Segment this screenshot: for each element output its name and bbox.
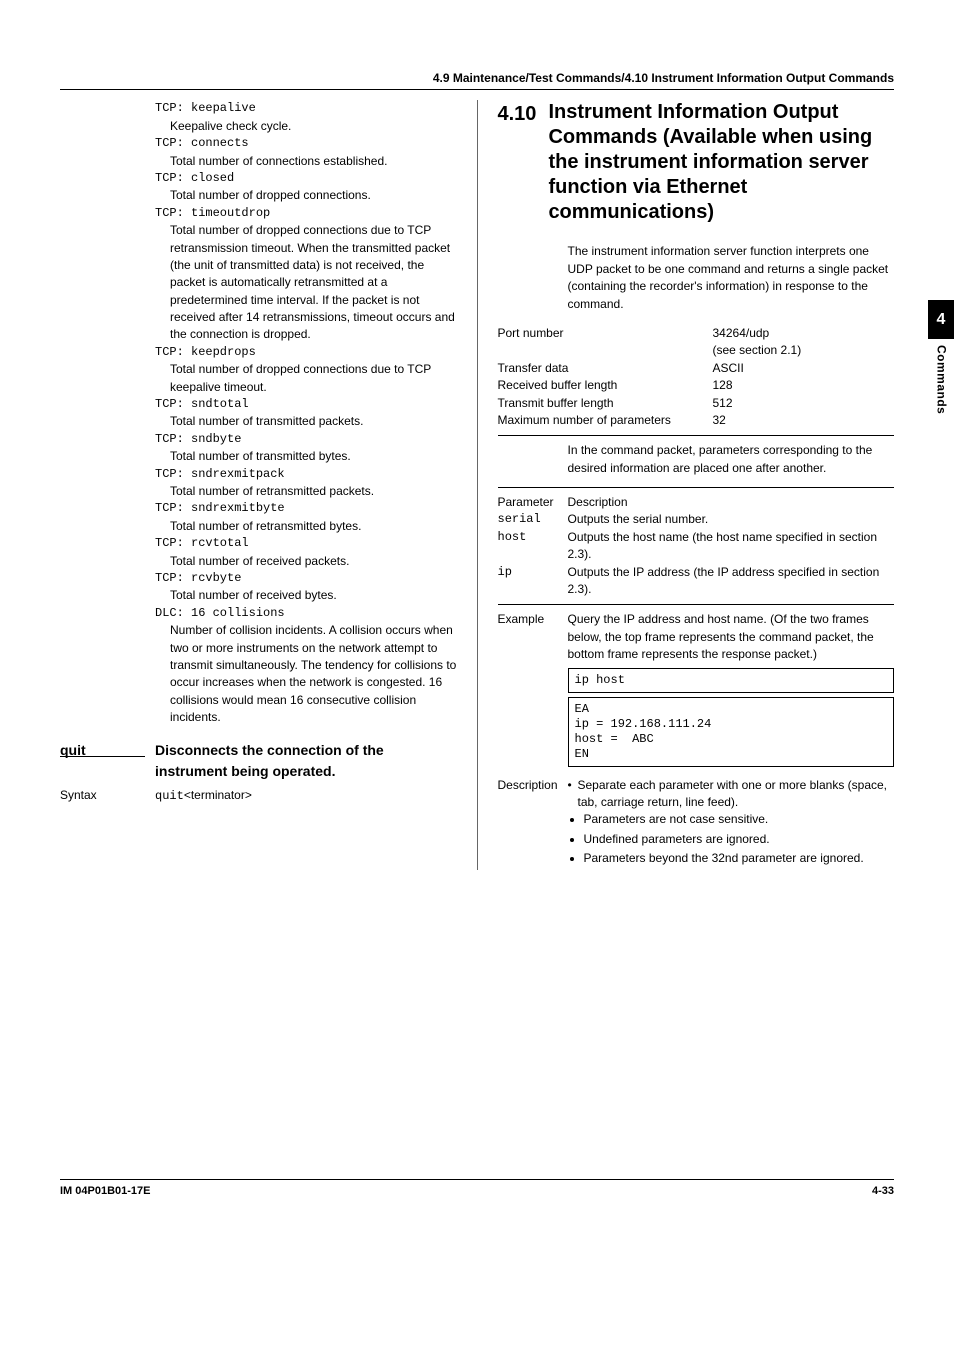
example-label: Example (498, 611, 568, 663)
table-row: Transfer data ASCII (498, 360, 895, 377)
page-footer: IM 04P01B01-17E 4-33 (60, 1179, 894, 1200)
section-title: 4.10 Instrument Information Output Comma… (498, 100, 895, 225)
param-row: host Outputs the host name (the host nam… (498, 529, 895, 564)
command-desc: Disconnects the connection of the instru… (155, 740, 457, 781)
term-desc: Number of collision incidents. A collisi… (170, 622, 457, 726)
table-key: Transfer data (498, 360, 713, 377)
section-number: 4.10 (498, 100, 537, 129)
param-value: Outputs the host name (the host name spe… (568, 529, 895, 564)
param-header: Parameter Description (498, 494, 895, 511)
table-key: Transmit buffer length (498, 395, 713, 412)
table-row: Transmit buffer length 512 (498, 395, 895, 412)
bullet-item: Parameters beyond the 32nd parameter are… (584, 850, 895, 867)
bullet-item: Undefined parameters are ignored. (584, 831, 895, 848)
table-value: 512 (713, 395, 733, 412)
syntax-suffix: <terminator> (184, 788, 252, 802)
page: 4.9 Maintenance/Test Commands/4.10 Instr… (0, 0, 954, 1240)
example-row: Example Query the IP address and host na… (498, 611, 895, 663)
table-key: Maximum number of parameters (498, 412, 713, 429)
term-desc: Total number of transmitted packets. (170, 413, 457, 430)
param-value: Outputs the serial number. (568, 511, 895, 528)
table-value: 128 (713, 377, 733, 394)
bullet-item: Separate each parameter with one or more… (578, 777, 895, 812)
term: TCP: timeoutdrop (155, 205, 457, 222)
side-tab: 4 Commands (928, 300, 954, 420)
param-header-key: Parameter (498, 494, 568, 511)
packet-note: In the command packet, parameters corres… (568, 442, 895, 477)
breadcrumb: 4.9 Maintenance/Test Commands/4.10 Instr… (60, 70, 894, 87)
term-desc: Total number of received bytes. (170, 587, 457, 604)
code-box-response: EA ip = 192.168.111.24 host = ABC EN (568, 697, 895, 767)
param-key: host (498, 529, 568, 564)
page-header: 4.9 Maintenance/Test Commands/4.10 Instr… (60, 70, 894, 90)
example-text: Query the IP address and host name. (Of … (568, 611, 895, 663)
chapter-number-tab: 4 (928, 300, 954, 339)
definition-list: TCP: keepalive Keepalive check cycle. TC… (155, 100, 457, 726)
table-value: 32 (713, 412, 726, 429)
term: TCP: keepdrops (155, 344, 457, 361)
right-column: 4.10 Instrument Information Output Comma… (498, 100, 895, 869)
term: TCP: rcvtotal (155, 535, 457, 552)
description-row: Description •Separate each parameter wit… (498, 777, 895, 870)
param-key: ip (498, 564, 568, 599)
term: TCP: sndrexmitpack (155, 466, 457, 483)
param-row: serial Outputs the serial number. (498, 511, 895, 528)
table-row: (see section 2.1) (498, 342, 895, 359)
syntax-row: Syntax quit<terminator> (60, 787, 457, 805)
description-body: •Separate each parameter with one or mor… (568, 777, 895, 870)
table-value-note: (see section 2.1) (713, 342, 802, 359)
column-separator (477, 100, 478, 869)
syntax-label: Syntax (60, 787, 115, 805)
description-label: Description (498, 777, 568, 870)
table-key: Port number (498, 325, 713, 342)
term-desc: Total number of retransmitted packets. (170, 483, 457, 500)
param-header-value: Description (568, 494, 895, 511)
term: DLC: 16 collisions (155, 605, 457, 622)
bullet-item: Parameters are not case sensitive. (584, 811, 895, 828)
intro-text: The instrument information server functi… (568, 243, 895, 313)
chapter-label-tab: Commands (932, 345, 949, 414)
section-heading: Instrument Information Output Commands (… (548, 100, 894, 225)
param-key: serial (498, 511, 568, 528)
table-row: Port number 34264/udp (498, 325, 895, 342)
table-row: Maximum number of parameters 32 (498, 412, 895, 429)
table-value: 34264/udp (713, 325, 770, 342)
footer-right: 4-33 (872, 1184, 894, 1200)
footer-left: IM 04P01B01-17E (60, 1184, 151, 1200)
term: TCP: closed (155, 170, 457, 187)
term-desc: Total number of retransmitted bytes. (170, 518, 457, 535)
term-desc: Total number of transmitted bytes. (170, 448, 457, 465)
term-desc: Total number of dropped connections due … (170, 222, 457, 344)
term: TCP: rcvbyte (155, 570, 457, 587)
term-desc: Total number of connections established. (170, 153, 457, 170)
syntax-cmd: quit (155, 789, 184, 803)
term-desc: Total number of received packets. (170, 553, 457, 570)
code-box-request: ip host (568, 668, 895, 693)
term-desc: Total number of dropped connections due … (170, 361, 457, 396)
command-name: quit (60, 740, 145, 757)
command-quit: quit Disconnects the connection of the i… (60, 740, 457, 781)
table-value: ASCII (713, 360, 744, 377)
table-row: Received buffer length 128 (498, 377, 895, 394)
term: TCP: sndtotal (155, 396, 457, 413)
term-desc: Keepalive check cycle. (170, 118, 457, 135)
term: TCP: sndrexmitbyte (155, 500, 457, 517)
term: TCP: connects (155, 135, 457, 152)
info-table: Port number 34264/udp (see section 2.1) … (498, 325, 895, 429)
param-row: ip Outputs the IP address (the IP addres… (498, 564, 895, 599)
left-column: TCP: keepalive Keepalive check cycle. TC… (60, 100, 457, 869)
term-desc: Total number of dropped connections. (170, 187, 457, 204)
term: TCP: sndbyte (155, 431, 457, 448)
param-value: Outputs the IP address (the IP address s… (568, 564, 895, 599)
table-key: Received buffer length (498, 377, 713, 394)
term: TCP: keepalive (155, 100, 457, 117)
